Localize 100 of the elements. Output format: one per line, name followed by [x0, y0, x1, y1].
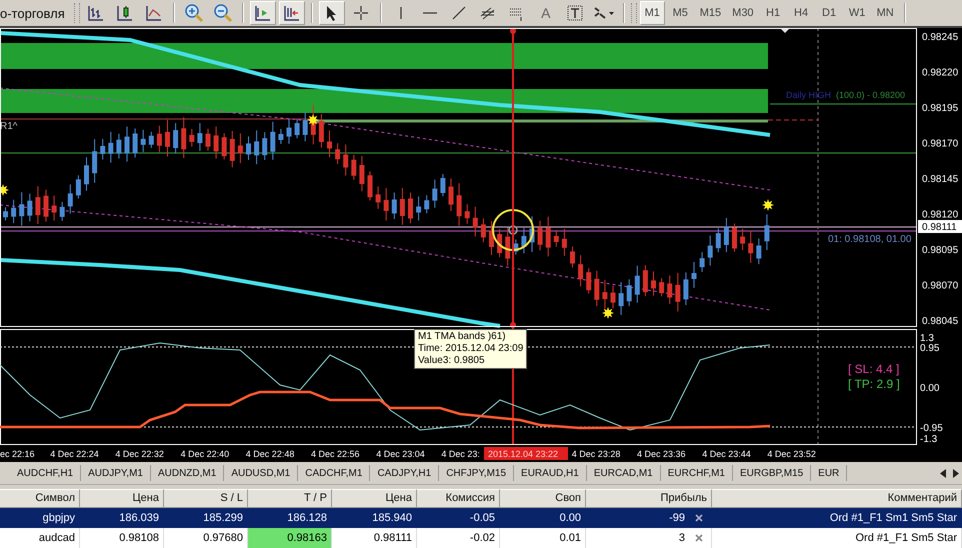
candlestick	[376, 186, 381, 210]
close-icon[interactable]	[695, 534, 703, 542]
table-cell: 0.98163	[248, 528, 332, 548]
timeframe-button[interactable]: D1	[816, 1, 842, 25]
timeframe-button[interactable]: W1	[844, 1, 870, 25]
scroll-left-icon[interactable]	[940, 468, 947, 478]
auto-scroll-icon[interactable]	[250, 1, 276, 25]
order-row[interactable]: gbpjpy 186.039 185.299 186.128 185.940 -0.05 0.00 -99 Ord #1_F1 Sm1 Sm5 Star	[0, 508, 962, 528]
timeframe-button[interactable]: H4	[788, 1, 814, 25]
candlestick	[724, 217, 729, 253]
symbol-tab[interactable]: AUDCHF,H1	[10, 465, 82, 481]
candlestick	[732, 223, 737, 252]
timeframe-button[interactable]: M15	[696, 1, 726, 25]
candlestick	[368, 170, 372, 201]
column-header[interactable]: S / L	[164, 489, 248, 508]
candlestick	[683, 272, 688, 306]
timeframe-button[interactable]: MN	[872, 1, 898, 25]
symbol-tab[interactable]: CHFJPY,M15	[439, 465, 514, 481]
table-cell: Ord #1_F1 Sm1 Sm5 Star	[712, 508, 962, 528]
symbol-tab[interactable]: AUDNZD,M1	[150, 465, 224, 481]
timeframe-button[interactable]: M5	[668, 1, 693, 25]
symbol-tab[interactable]: EURAUD,H1	[514, 465, 587, 481]
candlestick	[521, 227, 526, 254]
column-header[interactable]: Прибыль	[586, 489, 712, 508]
table-cell: 0.01	[500, 528, 586, 548]
close-icon[interactable]	[695, 514, 703, 522]
signal-marker	[307, 114, 319, 126]
table-cell: audcad	[0, 528, 80, 548]
symbol-tab[interactable]: EUR	[811, 465, 848, 481]
candlestick	[626, 278, 632, 307]
symbol-tab[interactable]: AUDUSD,M1	[224, 465, 298, 481]
text-tool-button[interactable]: A	[532, 1, 559, 25]
candlestick	[335, 142, 340, 165]
candlestick	[708, 235, 713, 266]
column-header[interactable]: Комиссия	[417, 489, 500, 508]
candlestick	[302, 111, 308, 142]
column-header[interactable]: Своп	[500, 489, 586, 508]
symbol-tab[interactable]: CADCHF,M1	[298, 465, 370, 481]
cursor-icon[interactable]	[318, 1, 345, 25]
candlestick	[206, 128, 210, 152]
candlestick	[554, 229, 559, 248]
candlestick	[148, 131, 154, 148]
symbol-tab[interactable]: EURCHF,M1	[660, 465, 733, 481]
current-price-label: 0.98111	[922, 222, 957, 233]
timeframe-button[interactable]: M30	[728, 1, 758, 25]
price-label: 0.98045	[922, 316, 958, 327]
candlestick	[11, 199, 16, 224]
candlestick	[472, 206, 478, 238]
candlestick	[667, 275, 672, 304]
candlestick	[3, 206, 8, 221]
candlestick	[651, 270, 656, 296]
candlestick	[294, 118, 300, 139]
candlestick	[173, 122, 178, 154]
candlestick	[618, 282, 624, 316]
time-label: 4 Dec 23:52	[767, 449, 816, 459]
order-label: 01: 0.98108, 01.00	[828, 234, 912, 245]
window-title: о-торговля	[0, 6, 66, 20]
candlestick	[124, 126, 130, 162]
candlestick	[92, 138, 98, 184]
time-label: 4 Dec 23:	[441, 449, 480, 459]
signal-marker	[762, 199, 774, 211]
table-cell-text: -99	[669, 511, 685, 526]
candlestick	[700, 252, 705, 272]
column-header[interactable]: Цена	[332, 489, 417, 508]
candlestick	[602, 280, 608, 310]
candlestick	[197, 122, 202, 152]
tooltip-line: Value3: 0.9805	[418, 355, 486, 367]
candlestick	[562, 228, 567, 256]
daily-high-value: (100.0) - 0.98200	[836, 90, 906, 100]
candlestick	[675, 272, 680, 312]
candlestick	[586, 268, 592, 294]
symbol-tab[interactable]: CADJPY,H1	[370, 465, 440, 481]
candlestick	[246, 136, 251, 161]
candlestick	[19, 192, 24, 226]
candlestick	[286, 118, 292, 144]
cursor-time-label: 2015.12.04 23:22	[484, 447, 568, 460]
symbol-tab[interactable]: EURCAD,M1	[586, 465, 661, 481]
selection-circle	[492, 209, 534, 251]
column-header[interactable]: Цена	[80, 489, 164, 508]
table-cell: 185.299	[164, 508, 248, 528]
table-cell: Ord #1_F1 Sm5 Star	[712, 528, 962, 548]
price-label: 0.98170	[922, 138, 958, 150]
candlestick	[392, 192, 397, 220]
order-row[interactable]: audcad 0.98108 0.97680 0.98163 0.98111 -0.02 0.01 3 Ord #1_F1 Sm5 Star	[0, 528, 962, 548]
column-header[interactable]: Комментарий	[712, 489, 962, 508]
scroll-right-icon[interactable]	[953, 468, 960, 478]
take-profit-label: [ TP: 2.9 ]	[848, 377, 900, 391]
candlestick	[594, 270, 600, 307]
table-cell: 185.940	[332, 508, 417, 528]
time-label: 4 Dec 23:04	[376, 449, 425, 459]
symbol-tab[interactable]: EURGBP,M15	[732, 465, 812, 481]
chart-shift-icon[interactable]	[278, 1, 305, 25]
timeframe-button[interactable]: M1	[640, 1, 665, 25]
column-header[interactable]: T / P	[248, 489, 332, 508]
candlestick	[343, 144, 348, 176]
candlestick	[456, 182, 462, 226]
timeframe-button[interactable]: H1	[760, 1, 786, 25]
symbol-tab[interactable]: AUDJPY,M1	[81, 465, 151, 481]
candlestick	[52, 195, 57, 222]
time-label: 4 Dec 23:28	[572, 449, 620, 459]
